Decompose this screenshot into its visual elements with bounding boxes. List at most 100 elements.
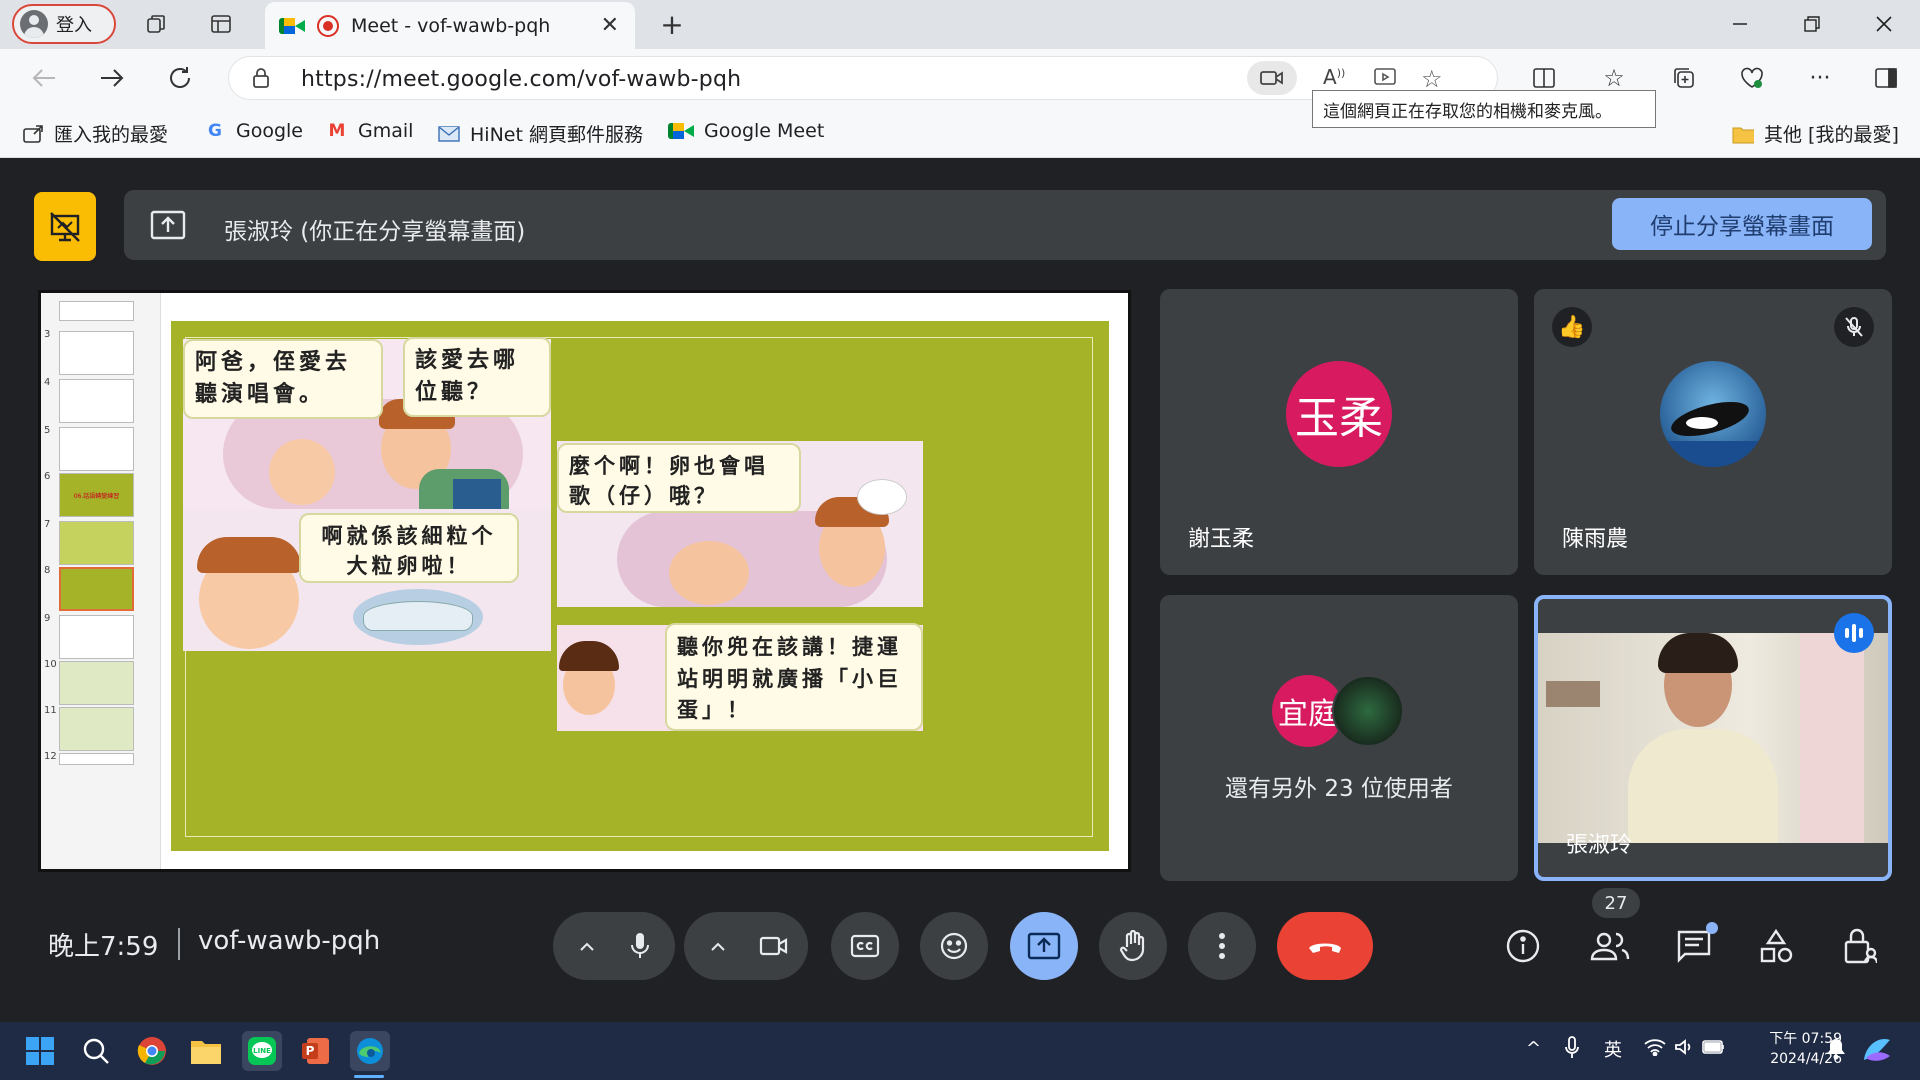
bookmark-google[interactable]: G Google xyxy=(204,120,303,142)
meeting-details-button[interactable] xyxy=(1495,918,1551,974)
speech-bubble: 該愛去哪位聽？ xyxy=(403,337,551,417)
thumbs-up-icon: 👍 xyxy=(1552,307,1592,347)
present-now-button[interactable] xyxy=(1010,912,1078,980)
people-button[interactable]: 27 xyxy=(1582,888,1640,974)
leave-call-button[interactable] xyxy=(1277,912,1373,980)
more-options-icon[interactable]: ··· xyxy=(1804,62,1836,94)
show-hidden-icons-icon[interactable]: ^ xyxy=(1526,1038,1541,1059)
meet-window: 張淑玲 (你正在分享螢幕畫面) 停止分享螢幕畫面 3 4 5 6 06.話語轉變… xyxy=(8,165,1913,1015)
raise-hand-button[interactable] xyxy=(1099,912,1167,980)
slide-thumbnail[interactable] xyxy=(59,427,134,471)
participant-tile[interactable]: 玉柔 謝玉柔 xyxy=(1160,289,1518,575)
refresh-icon[interactable] xyxy=(164,62,196,94)
camera-in-use-icon[interactable] xyxy=(1247,61,1297,95)
favorite-star-icon[interactable]: ☆ xyxy=(1421,65,1443,93)
participant-avatar: 玉柔 xyxy=(1286,361,1392,467)
sidebar-toggle-icon[interactable] xyxy=(1870,62,1902,94)
widgets-icon[interactable] xyxy=(1860,1034,1894,1068)
slide-canvas: 阿爸，侄愛去聽演唱會。 該愛去哪位聽？ 啊就係該細粒个大粒卵啦！ 麼个啊！卵也會… xyxy=(171,321,1109,851)
bookmark-hinet-mail[interactable]: HiNet 網頁郵件服務 xyxy=(438,120,643,147)
bookmark-import-favorites[interactable]: 匯入我的最愛 xyxy=(22,120,168,147)
slide-number: 10 xyxy=(44,659,57,670)
stop-sharing-button[interactable]: 停止分享螢幕畫面 xyxy=(1612,198,1872,250)
search-icon[interactable] xyxy=(76,1031,116,1071)
profile-button[interactable]: 登入 xyxy=(12,4,116,44)
more-vert-icon xyxy=(1219,933,1225,959)
bookmark-other-favorites[interactable]: 其他 [我的最愛] xyxy=(1732,120,1899,147)
speech-bubble: 麼个啊！卵也會唱歌（仔）哦？ xyxy=(557,443,801,513)
slide-number: 5 xyxy=(44,425,51,436)
person-shirt xyxy=(1628,729,1778,843)
bookmark-gmail[interactable]: M Gmail xyxy=(326,120,414,142)
svg-text:LINE: LINE xyxy=(253,1047,271,1055)
forward-icon[interactable] xyxy=(96,62,128,94)
tray-mic-icon[interactable] xyxy=(1564,1036,1580,1064)
slide-thumbnail[interactable] xyxy=(59,301,134,321)
participant-count-badge: 27 xyxy=(1592,888,1640,918)
slide-thumbnail-selected[interactable] xyxy=(59,567,134,611)
reactions-button[interactable] xyxy=(920,912,988,980)
participant-tile[interactable]: 👍 陳雨農 xyxy=(1534,289,1892,575)
restore-icon[interactable] xyxy=(1796,8,1828,40)
microphone-icon xyxy=(631,933,649,958)
powerpoint-icon[interactable]: P xyxy=(296,1031,336,1071)
slide-thumbnail[interactable] xyxy=(59,707,134,751)
input-method-indicator[interactable]: 英 xyxy=(1604,1036,1622,1062)
recording-indicator-icon xyxy=(317,14,339,37)
windows-start-icon[interactable] xyxy=(20,1031,60,1071)
line-app-icon[interactable]: LINE xyxy=(242,1031,282,1071)
slide-thumbnail[interactable] xyxy=(59,615,134,659)
activities-button[interactable] xyxy=(1748,918,1804,974)
volume-icon[interactable] xyxy=(1674,1038,1694,1060)
meeting-time: 晚上7:59 xyxy=(48,932,159,962)
notifications-icon[interactable] xyxy=(1826,1038,1846,1064)
address-bar[interactable]: https://meet.google.com/vof-wawb-pqh A))… xyxy=(228,56,1498,100)
active-tab[interactable]: Meet - vof-wawb-pqh ✕ xyxy=(265,2,635,49)
wifi-icon[interactable] xyxy=(1644,1038,1666,1060)
slide-thumbnails[interactable]: 3 4 5 6 06.話語轉變練習 7 8 9 10 11 12 xyxy=(41,293,161,869)
browser-essentials-icon[interactable] xyxy=(1736,62,1768,94)
picture-in-picture-icon[interactable] xyxy=(1373,66,1397,92)
chrome-icon[interactable] xyxy=(132,1031,172,1071)
collections-icon[interactable] xyxy=(1668,62,1700,94)
folder-icon xyxy=(1732,123,1754,145)
new-tab-icon[interactable]: + xyxy=(656,8,688,41)
mail-icon xyxy=(438,123,460,145)
workspaces-icon[interactable] xyxy=(140,8,172,40)
chat-button[interactable] xyxy=(1666,918,1722,974)
people-icon xyxy=(1590,932,1630,961)
lock-icon[interactable] xyxy=(251,67,271,93)
others-tile[interactable]: 宜庭 還有另外 23 位使用者 xyxy=(1160,595,1518,881)
more-options-button[interactable] xyxy=(1188,912,1256,980)
camera-icon xyxy=(759,936,788,956)
slide-thumbnail[interactable] xyxy=(59,331,134,375)
tab-actions-icon[interactable] xyxy=(205,8,237,40)
bookmark-google-meet[interactable]: Google Meet xyxy=(668,120,824,142)
slide-number: 6 xyxy=(44,471,51,482)
minimize-icon[interactable] xyxy=(1724,8,1756,40)
close-window-icon[interactable] xyxy=(1868,8,1900,40)
captions-button[interactable] xyxy=(831,912,899,980)
slide-thumbnail[interactable] xyxy=(59,379,134,423)
microphone-button[interactable] xyxy=(606,912,674,980)
read-aloud-icon[interactable]: A)) xyxy=(1323,65,1345,89)
slide-thumbnail[interactable] xyxy=(59,521,134,565)
host-controls-button[interactable] xyxy=(1832,918,1888,974)
slide-thumbnail[interactable]: 06.話語轉變練習 xyxy=(59,473,134,517)
file-explorer-icon[interactable] xyxy=(186,1031,226,1071)
camera-button[interactable] xyxy=(740,912,808,980)
google-icon: G xyxy=(208,121,222,141)
chat-icon xyxy=(1677,930,1711,963)
participant-avatar-photo xyxy=(1332,675,1404,747)
tab-close-icon[interactable]: ✕ xyxy=(601,13,619,38)
slide-thumbnail[interactable] xyxy=(59,661,134,705)
slide-thumbnail[interactable] xyxy=(59,753,134,765)
slide-number: 3 xyxy=(44,329,51,340)
edge-icon[interactable] xyxy=(350,1031,390,1071)
curtain xyxy=(1800,633,1864,843)
bookmark-label: 其他 [我的最愛] xyxy=(1764,124,1899,146)
character-hair xyxy=(197,537,301,573)
back-icon[interactable] xyxy=(28,62,60,94)
self-video-tile[interactable]: 張淑玲 xyxy=(1534,595,1892,881)
battery-icon[interactable] xyxy=(1702,1039,1726,1059)
